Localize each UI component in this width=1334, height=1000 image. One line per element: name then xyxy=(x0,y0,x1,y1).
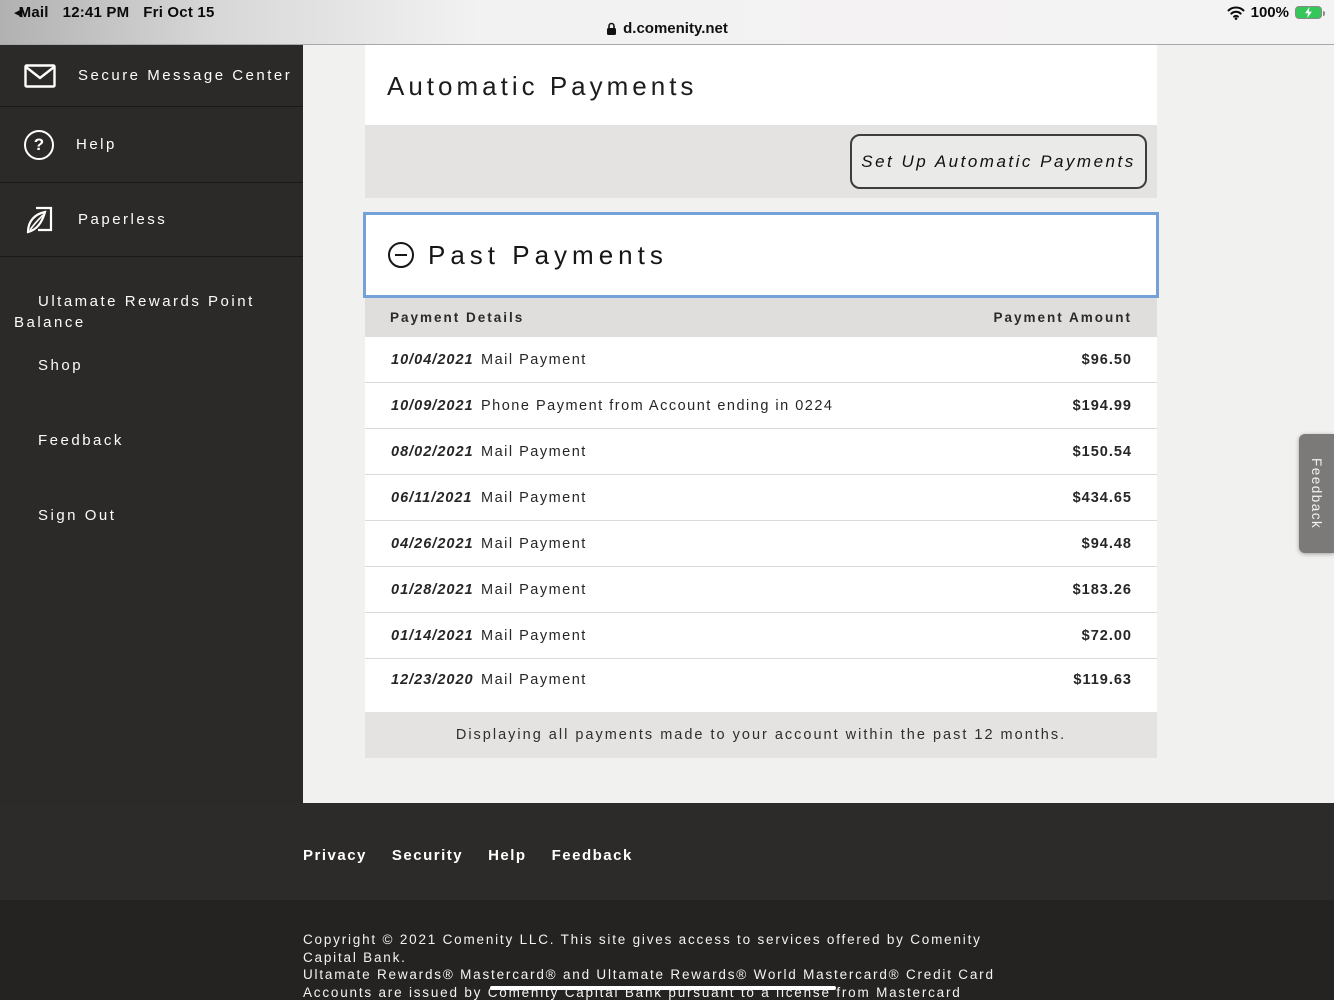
payment-date: 04/26/2021 xyxy=(365,536,481,552)
column-header-payment-amount: Payment Amount xyxy=(993,310,1132,325)
payment-date: 01/28/2021 xyxy=(365,582,481,598)
envelope-icon xyxy=(24,64,56,88)
column-header-payment-details: Payment Details xyxy=(390,310,524,325)
copyright-line: Ultamate Rewards® Mastercard® and Ultama… xyxy=(303,966,1023,984)
safari-top-bar: ◀ Mail 12:41 PM Fri Oct 15 d.comenity.ne… xyxy=(0,0,1334,45)
copyright-line: Copyright © 2021 Comenity LLC. This site… xyxy=(303,931,1023,949)
wifi-icon xyxy=(1227,6,1245,20)
sidebar-item-rewards-balance[interactable]: Ultamate Rewards Point Balance xyxy=(0,291,290,333)
past-payments-title: Past Payments xyxy=(428,240,668,271)
automatic-payments-action-band: Set Up Automatic Payments xyxy=(365,125,1157,198)
status-bar-left: ◀ Mail 12:41 PM Fri Oct 15 xyxy=(14,4,215,21)
table-row: 12/23/2020 Mail Payment $119.63 xyxy=(365,659,1157,712)
payment-description: Mail Payment xyxy=(481,536,1082,552)
footer-link-privacy[interactable]: Privacy xyxy=(303,847,367,864)
back-app-label: Mail xyxy=(19,4,49,21)
back-to-mail-button[interactable]: ◀ Mail xyxy=(14,4,49,21)
payment-amount: $72.00 xyxy=(1082,628,1157,644)
payment-date: 10/04/2021 xyxy=(365,352,481,368)
payment-amount: $94.48 xyxy=(1082,536,1157,552)
payment-amount: $96.50 xyxy=(1082,352,1157,368)
screen: ◀ Mail 12:41 PM Fri Oct 15 d.comenity.ne… xyxy=(0,0,1334,1000)
table-row: 10/04/2021 Mail Payment $96.50 xyxy=(365,337,1157,383)
footer-links: Privacy Security Help Feedback xyxy=(303,847,633,864)
sidebar-item-sign-out[interactable]: Sign Out xyxy=(0,507,303,524)
sidebar-item-feedback[interactable]: Feedback xyxy=(0,432,303,449)
payment-description: Mail Payment xyxy=(481,352,1082,368)
payment-amount: $194.99 xyxy=(1073,398,1157,414)
payments-range-note: Displaying all payments made to your acc… xyxy=(365,712,1157,758)
table-row: 04/26/2021 Mail Payment $94.48 xyxy=(365,521,1157,567)
payment-date: 12/23/2020 xyxy=(365,672,481,688)
footer-link-help[interactable]: Help xyxy=(488,847,527,864)
sidebar-item-label: Paperless xyxy=(78,211,167,228)
paperless-leaf-icon xyxy=(24,205,56,235)
footer-link-feedback[interactable]: Feedback xyxy=(552,847,633,864)
sidebar-item-label: Help xyxy=(76,136,117,153)
sidebar-item-secure-message-center[interactable]: Secure Message Center xyxy=(0,45,303,107)
sidebar-item-help[interactable]: ? Help xyxy=(0,107,303,183)
payment-amount: $434.65 xyxy=(1073,490,1157,506)
past-payments-header[interactable]: Past Payments xyxy=(363,212,1159,298)
lock-icon xyxy=(606,22,617,36)
address-bar[interactable]: d.comenity.net xyxy=(606,20,728,37)
status-bar-right: 100% xyxy=(1227,4,1322,21)
copyright-line: Capital Bank. xyxy=(303,949,1023,967)
table-row: 06/11/2021 Mail Payment $434.65 xyxy=(365,475,1157,521)
footer-legal-band: Copyright © 2021 Comenity LLC. This site… xyxy=(0,900,1334,1000)
payment-description: Mail Payment xyxy=(481,582,1073,598)
sidebar-item-shop[interactable]: Shop xyxy=(0,357,303,374)
sidebar-nav: Secure Message Center ? Help Paperless U… xyxy=(0,45,303,803)
sidebar-item-label: Secure Message Center xyxy=(78,67,292,84)
payment-amount: $119.63 xyxy=(1073,672,1157,688)
battery-percent: 100% xyxy=(1251,4,1289,21)
page-title: Automatic Payments xyxy=(387,71,697,102)
battery-charging-icon xyxy=(1295,6,1322,19)
table-row: 01/28/2021 Mail Payment $183.26 xyxy=(365,567,1157,613)
payment-date: 01/14/2021 xyxy=(365,628,481,644)
url-row: d.comenity.net xyxy=(0,20,1334,41)
payments-table-header: Payment Details Payment Amount xyxy=(365,298,1157,337)
payment-description: Phone Payment from Account ending in 022… xyxy=(481,398,1073,414)
table-row: 08/02/2021 Mail Payment $150.54 xyxy=(365,429,1157,475)
payment-date: 06/11/2021 xyxy=(365,490,481,506)
payments-table: 10/04/2021 Mail Payment $96.50 10/09/202… xyxy=(365,337,1157,712)
footer-links-band: Privacy Security Help Feedback xyxy=(0,803,1334,900)
feedback-tab-label: Feedback xyxy=(1309,458,1324,529)
strikethrough-line xyxy=(490,986,836,990)
payment-date: 08/02/2021 xyxy=(365,444,481,460)
minus-circle-icon[interactable] xyxy=(388,242,414,268)
sidebar-item-paperless[interactable]: Paperless xyxy=(0,183,303,257)
payment-description: Mail Payment xyxy=(481,490,1073,506)
clock-date: Fri Oct 15 xyxy=(143,4,214,21)
clock-time: 12:41 PM xyxy=(63,4,130,21)
table-row: 01/14/2021 Mail Payment $72.00 xyxy=(365,613,1157,659)
setup-automatic-payments-button[interactable]: Set Up Automatic Payments xyxy=(850,134,1147,189)
payment-description: Mail Payment xyxy=(481,628,1082,644)
question-circle-icon: ? xyxy=(24,130,54,160)
feedback-edge-tab[interactable]: Feedback xyxy=(1299,434,1334,553)
automatic-payments-card: Automatic Payments xyxy=(365,45,1157,125)
payment-description: Mail Payment xyxy=(481,672,1073,688)
payment-amount: $150.54 xyxy=(1073,444,1157,460)
payment-description: Mail Payment xyxy=(481,444,1073,460)
footer-link-security[interactable]: Security xyxy=(392,847,463,864)
payment-date: 10/09/2021 xyxy=(365,398,481,414)
payment-amount: $183.26 xyxy=(1073,582,1157,598)
url-domain: d.comenity.net xyxy=(623,20,728,37)
table-row: 10/09/2021 Phone Payment from Account en… xyxy=(365,383,1157,429)
